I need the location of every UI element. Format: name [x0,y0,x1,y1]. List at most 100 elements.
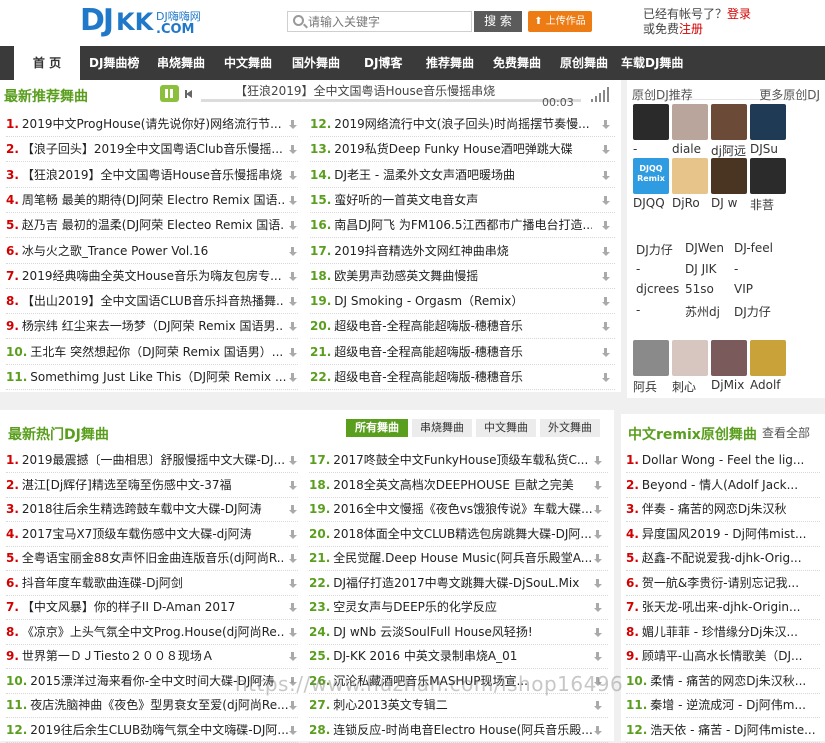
download-icon[interactable] [593,456,602,465]
download-icon[interactable] [601,271,610,281]
track-row[interactable]: 7. 【中文风暴】你的样子II D-Aman 2017 [6,595,298,620]
track-row[interactable]: 7. 张天龙-吼出来-djhk-Origin... [626,595,820,620]
nav-item-dj-blog[interactable]: DJ博客 [364,46,402,80]
track-title[interactable]: 蛮好听的一首英文电音女声 [334,188,592,212]
track-row[interactable]: 1. Dollar Wong - Feel the lig... [626,448,820,473]
track-row[interactable]: 12. 2019往后余生CLUB劲嗨气氛全中文嗨碟-DJ阿... [6,718,298,743]
track-row[interactable]: 5. 赵乃吉 最初的温柔(DJ阿荣 Electeo Remix 国语... [6,213,298,239]
track-row[interactable]: 14. DJ老王 - 温柔外文女声酒吧暖场曲 [310,163,615,188]
track-row[interactable]: 22. DJ福仔打造2017中粤文跳舞大碟-DjSouL.Mix [309,571,608,596]
track-title[interactable]: 顾靖平-山高水长情歌美（DJ... [642,644,820,668]
track-row[interactable]: 19. DJ Smoking - Orgasm（Remix） [310,289,615,315]
track-row[interactable]: 12. 浩天依 - 痛苦 - Dj阿伟miste... [626,718,820,743]
download-icon[interactable] [288,603,297,612]
download-icon[interactable] [601,145,610,155]
dj-avatar-name[interactable]: 刺心 [672,378,710,395]
remix-more-link[interactable]: 查看全部 [762,424,810,441]
dj-avatar-name[interactable]: DJSu [750,142,788,156]
download-icon[interactable] [288,505,297,514]
track-row[interactable]: 4. 2017宝马X7顶级车载伤感中文大碟-dj阿涛 [6,522,298,547]
track-row[interactable]: 10. 柔情 - 痛苦的网恋Dj朱汉秋... [626,669,820,694]
track-title[interactable]: 【中文风暴】你的样子II D-Aman 2017 [22,595,284,619]
track-title[interactable]: 伴奏 - 痛苦的网恋Dj朱汉秋 [642,497,820,521]
track-title[interactable]: 南昌DJ阿飞 为FM106.5江西都市广播电台打造... [334,213,592,237]
dj-avatar[interactable] [633,340,669,376]
nav-item-foreign[interactable]: 国外舞曲 [292,46,340,80]
track-title[interactable]: 全民觉醒.Deep House Music(阿兵音乐殿堂A... [333,546,595,570]
download-icon[interactable] [593,603,602,612]
download-icon[interactable] [601,347,610,357]
track-title[interactable]: 《凉京》上头气氛全中文Prog.House(dj阿尚Re... [22,620,284,644]
download-icon[interactable] [288,271,297,281]
dj-avatar[interactable] [633,104,669,140]
track-title[interactable]: 2019抖音精选外文网红神曲串烧 [334,239,592,263]
track-row[interactable]: 4. 异度国风2019 - Dj阿伟mist... [626,522,820,547]
original-dj-more-link[interactable]: 更多原创DJ [759,86,820,103]
track-title[interactable]: 周笔畅 最美的期待(DJ阿荣 Electro Remix 国语... [22,188,284,212]
track-row[interactable]: 8. 《凉京》上头气氛全中文Prog.House(dj阿尚Re... [6,620,298,645]
track-title[interactable]: 浩天依 - 痛苦 - Dj阿伟miste... [650,718,820,742]
track-title[interactable]: 【出山2019】全中文国语CLUB音乐抖音热播舞... [22,289,284,313]
download-icon[interactable] [601,120,610,129]
track-row[interactable]: 9. 顾靖平-山高水长情歌美（DJ... [626,644,820,669]
tab-foreign[interactable]: 外文舞曲 [540,419,600,437]
download-icon[interactable] [288,145,297,155]
dj-avatar[interactable] [711,158,747,194]
dj-avatar-name[interactable]: dj阿远 [711,142,749,159]
track-title[interactable]: Dollar Wong - Feel the lig... [642,448,820,472]
track-title[interactable]: 【狂浪2019】全中文国粤语House音乐慢摇串烧 [22,163,284,187]
track-title[interactable]: 赵鑫-不配说爱我-djhk-Orig... [642,546,820,570]
track-row[interactable]: 11. 秦增 - 逆流成河 - Dj阿伟m... [626,693,820,718]
track-title[interactable]: 柔情 - 痛苦的网恋Dj朱汉秋... [650,669,820,693]
track-row[interactable]: 4. 周笔畅 最美的期待(DJ阿荣 Electro Remix 国语... [6,188,298,213]
dj-name-link[interactable]: DJWen [685,241,724,255]
dj-name-link[interactable]: 苏州dj [685,303,720,320]
download-icon[interactable] [288,701,297,710]
track-row[interactable]: 1. 2019中文ProgHouse(请先说你好)网络流行节... [6,112,298,137]
search-button[interactable]: 搜 索 [474,11,522,32]
download-icon[interactable] [601,195,610,205]
download-icon[interactable] [601,297,610,307]
dj-name-link[interactable]: 51so [685,282,714,296]
track-title[interactable]: DJ老王 - 温柔外文女声酒吧暖场曲 [334,163,592,187]
track-row[interactable]: 12. 2019网络流行中文(浪子回头)时尚摇摆节奏慢... [310,112,615,137]
track-title[interactable]: 杨宗纬 红尘来去一场梦（DJ阿荣 Remix 国语男... [22,314,284,338]
dj-avatar-name[interactable]: DjRo [672,196,710,210]
track-title[interactable]: Beyond - 情人(Adolf Jack... [642,473,820,497]
track-row[interactable]: 3. 伴奏 - 痛苦的网恋Dj朱汉秋 [626,497,820,522]
track-row[interactable]: 1. 2019最震撼〔一曲相思〕舒服慢摇中文大碟-DJ... [6,448,298,473]
track-title[interactable]: 异度国风2019 - Dj阿伟mist... [642,522,820,546]
track-row[interactable]: 19. 2016全中文慢摇《夜色vs饿狼传说》车载大碟... [309,497,608,522]
download-icon[interactable] [593,480,602,490]
dj-avatar-name[interactable]: - [633,142,671,156]
dj-avatar[interactable] [750,340,786,376]
download-icon[interactable] [593,529,602,539]
track-title[interactable]: 2018体面全中文CLUB精选包房跳舞大碟-DJ阿... [333,522,595,546]
download-icon[interactable] [288,456,297,465]
login-link[interactable]: 登录 [727,7,751,21]
track-title[interactable]: 2017咚鼓全中文FunkyHouse顶级车载私货C... [333,448,595,472]
track-title[interactable]: 欧美男声劲感英文舞曲慢摇 [334,264,592,288]
track-title[interactable]: 2019经典嗨曲全英文House音乐为嗨友包房专... [22,264,284,288]
track-row[interactable]: 20. 2018体面全中文CLUB精选包房跳舞大碟-DJ阿... [309,522,608,547]
track-title[interactable]: 赵乃吉 最初的温柔(DJ阿荣 Electeo Remix 国语... [22,213,284,237]
download-icon[interactable] [593,701,602,710]
download-icon[interactable] [288,170,297,180]
download-icon[interactable] [288,529,297,539]
track-row[interactable]: 10. 王北车 突然想起你（DJ阿荣 Remix 国语男）... [6,340,298,365]
dj-avatar-name[interactable]: diale [672,142,710,156]
track-row[interactable]: 24. DJ wNb 云淡SoulFull House风轻扬! [309,620,608,645]
search-input[interactable] [308,13,468,30]
dj-name-link[interactable]: DJ-feel [734,241,773,255]
download-icon[interactable] [593,627,602,637]
dj-name-link[interactable]: djcrees [636,282,679,296]
track-title[interactable]: DJ-KK 2016 中英文录制串烧A_01 [333,644,595,668]
track-title[interactable]: 2019往后余生CLUB劲嗨气氛全中文嗨碟-DJ阿... [30,718,292,742]
track-row[interactable]: 23. 空灵女声与DEEP乐的化学反应 [309,595,608,620]
dj-avatar-name[interactable]: 非菩 [750,196,788,213]
download-icon[interactable] [288,195,297,205]
dj-avatar[interactable] [672,158,708,194]
track-title[interactable]: DJ Smoking - Orgasm（Remix） [334,289,592,313]
dj-name-link[interactable]: DJ力仔 [636,241,673,258]
nav-item-medley[interactable]: 串烧舞曲 [157,46,205,80]
